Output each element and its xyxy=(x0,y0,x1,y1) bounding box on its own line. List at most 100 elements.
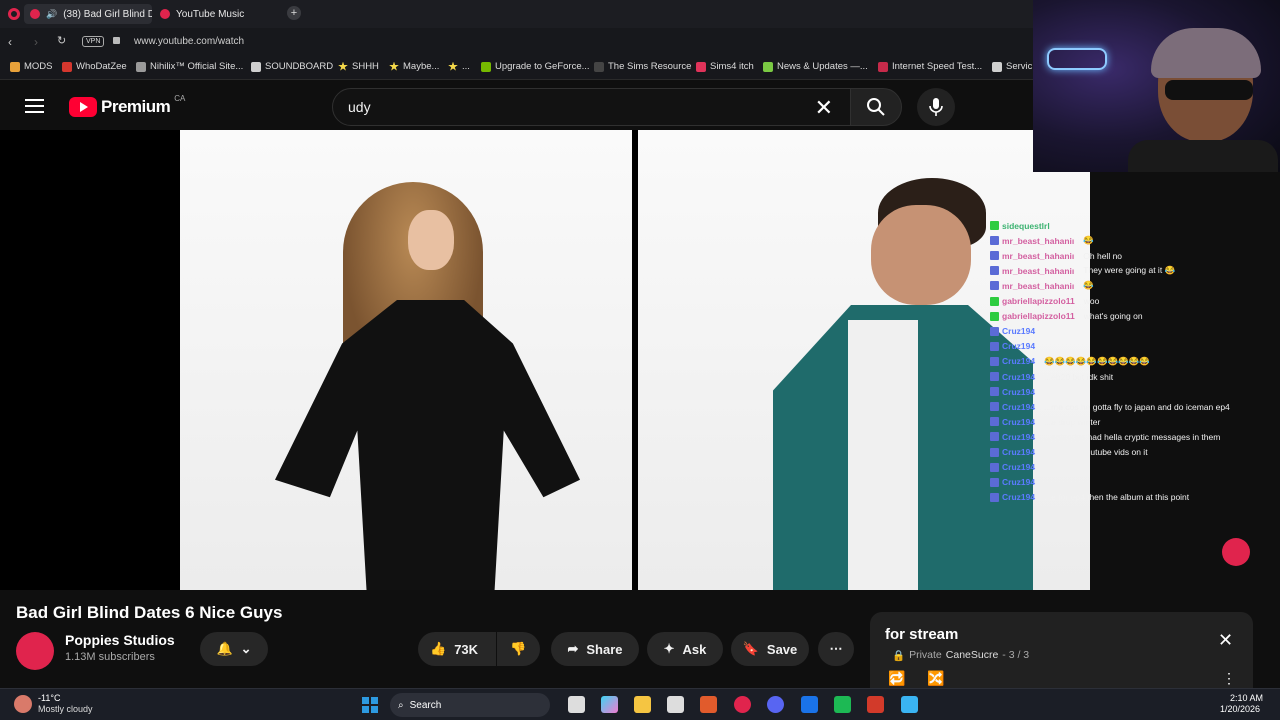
chat-badge-icon xyxy=(990,432,999,442)
bookmark-item[interactable]: The Sims Resource xyxy=(594,61,691,72)
opera-logo-icon[interactable] xyxy=(8,8,20,20)
chat-username[interactable]: mr_beast_hahaniı xyxy=(1002,281,1074,291)
discord-icon[interactable] xyxy=(767,696,784,713)
dislike-button[interactable]: 👎 xyxy=(497,632,540,666)
channel-avatar[interactable] xyxy=(16,632,54,670)
chat-username[interactable]: Cruz194 xyxy=(1002,326,1035,336)
thumbs-down-icon: 👎 xyxy=(510,641,527,656)
clear-search-icon[interactable]: ✕ xyxy=(815,95,833,121)
task-view-icon[interactable] xyxy=(568,696,585,713)
antivirus-icon[interactable] xyxy=(700,696,717,713)
bookmark-item[interactable]: Sims4 itch xyxy=(696,61,754,72)
channel-name[interactable]: Poppies Studios xyxy=(65,632,175,648)
chevron-down-icon: ⌄ xyxy=(240,641,252,656)
chat-message: mr_beast_hahaniı They were going at it 😂 xyxy=(990,263,1175,278)
streamer-sunglasses xyxy=(1165,80,1253,100)
notepad-icon[interactable] xyxy=(901,696,918,713)
bookmark-item[interactable]: Servic xyxy=(992,61,1032,72)
chat-badge-icon xyxy=(990,281,999,291)
chat-text: ...eb20 but idk shit xyxy=(1044,371,1114,382)
region-code: CA xyxy=(174,93,186,103)
chat-username[interactable]: Cruz194 xyxy=(1002,447,1035,457)
chat-username[interactable]: mr_beast_hahaniı xyxy=(1002,236,1074,246)
chat-username[interactable]: Cruz194 xyxy=(1002,432,1035,442)
playlist-title[interactable]: for stream xyxy=(885,626,958,643)
bookmark-item[interactable]: Internet Speed Test... xyxy=(878,61,982,72)
chat-username[interactable]: Cruz194 xyxy=(1002,356,1035,366)
bookmark-item[interactable]: WhoDatZee xyxy=(62,61,127,72)
subscription-bell-button[interactable]: 🔔 ⌄ xyxy=(200,632,268,666)
chat-username[interactable]: Cruz194 xyxy=(1002,492,1035,502)
chat-message: mr_beast_hahaniı Oh hell no xyxy=(990,248,1122,263)
playlist-menu-icon[interactable]: ⋮ xyxy=(1222,670,1236,687)
chat-username[interactable]: Cruz194 xyxy=(1002,387,1035,397)
chat-username[interactable]: sidequestlrl xyxy=(1002,221,1050,231)
store-icon[interactable] xyxy=(667,696,684,713)
start-button-icon[interactable] xyxy=(362,697,378,713)
chat-text: ...me cos he gotta fly to japan and do i… xyxy=(1044,401,1230,412)
tab-label: YouTube Music xyxy=(176,8,245,20)
clock-time[interactable]: 2:10 AM xyxy=(1230,693,1263,703)
chat-badge-icon xyxy=(990,266,999,276)
bookmark-item[interactable]: ... xyxy=(448,61,470,72)
file-explorer-icon[interactable] xyxy=(634,696,651,713)
bookmark-item[interactable]: News & Updates —... xyxy=(763,61,868,72)
hamburger-menu-icon[interactable] xyxy=(25,99,44,113)
bookmark-item[interactable]: Maybe... xyxy=(389,61,439,72)
ask-button[interactable]: ✦ Ask xyxy=(647,632,723,666)
woman-dress xyxy=(275,300,580,590)
speaker-icon: 🔊 xyxy=(46,8,58,19)
more-actions-button[interactable]: ⋯ xyxy=(818,632,854,666)
close-playlist-icon[interactable]: ✕ xyxy=(1218,630,1233,651)
app-icon[interactable] xyxy=(867,696,884,713)
video-player[interactable] xyxy=(0,130,1250,590)
shuffle-icon[interactable]: 🔀 xyxy=(927,670,944,687)
windows-taskbar: -11°C Mostly cloudy ⌕ Search 2:10 AM 1/2… xyxy=(0,688,1280,720)
chat-username[interactable]: Cruz194 xyxy=(1002,402,1035,412)
tab-youtube-video[interactable]: 🔊 (38) Bad Girl Blind Da xyxy=(24,4,152,24)
loop-icon[interactable]: 🔁 xyxy=(888,670,905,687)
chat-username[interactable]: Cruz194 xyxy=(1002,372,1035,382)
chat-badge-icon xyxy=(990,326,999,336)
bookmark-item[interactable]: SOUNDBOARD xyxy=(251,61,333,72)
chat-message: sidequestlrl xyxy=(990,218,1059,233)
bookmark-item[interactable]: SHHH xyxy=(338,61,379,72)
chat-username[interactable]: Cruz194 xyxy=(1002,341,1035,351)
clock-date[interactable]: 1/20/2026 xyxy=(1220,704,1260,714)
youtube-mini-logo-icon[interactable] xyxy=(1222,538,1250,566)
like-button[interactable]: 👍 73K xyxy=(418,632,496,666)
chat-username[interactable]: Cruz194 xyxy=(1002,462,1035,472)
chat-badge-icon xyxy=(990,492,999,502)
weather-icon[interactable] xyxy=(14,695,32,713)
vpn-badge[interactable]: VPN xyxy=(82,36,105,47)
chat-username[interactable]: gabriellapizzolo11 xyxy=(1002,296,1075,306)
spotify-icon[interactable] xyxy=(834,696,851,713)
search-button[interactable] xyxy=(850,88,902,126)
url-field[interactable]: www.youtube.com/watch xyxy=(134,36,244,47)
forward-arrow-icon[interactable]: › xyxy=(34,35,38,49)
voice-search-button[interactable] xyxy=(917,88,955,126)
weather-temp: -11°C xyxy=(38,693,61,703)
chat-username[interactable]: mr_beast_hahaniı xyxy=(1002,266,1074,276)
tab-youtube-music[interactable]: YouTube Music xyxy=(154,4,274,24)
chat-badge-icon xyxy=(990,296,999,306)
taskbar-search[interactable]: ⌕ Search xyxy=(390,693,550,717)
bookmark-item[interactable]: Upgrade to GeForce... xyxy=(481,61,590,72)
chat-username[interactable]: gabriellapizzolo11 xyxy=(1002,311,1075,321)
chat-username[interactable]: Cruz194 xyxy=(1002,417,1035,427)
reload-icon[interactable]: ↻ xyxy=(57,34,66,47)
search-input[interactable]: udy ✕ xyxy=(332,88,852,126)
share-button[interactable]: ➦ Share xyxy=(551,632,639,666)
opera-icon[interactable] xyxy=(734,696,751,713)
bookmark-item[interactable]: MODS xyxy=(10,61,53,72)
back-arrow-icon[interactable]: ‹ xyxy=(8,35,12,49)
copilot-icon[interactable] xyxy=(601,696,618,713)
mail-icon[interactable] xyxy=(801,696,818,713)
chat-username[interactable]: Cruz194 xyxy=(1002,477,1035,487)
chat-text: what's going on xyxy=(1083,311,1143,322)
bookmark-item[interactable]: Nihilix™ Official Site... xyxy=(136,61,243,72)
youtube-logo[interactable]: Premium CA xyxy=(69,93,186,117)
new-tab-button[interactable]: + xyxy=(287,6,301,20)
save-button[interactable]: 🔖 Save xyxy=(731,632,809,666)
chat-username[interactable]: mr_beast_hahaniı xyxy=(1002,251,1074,261)
